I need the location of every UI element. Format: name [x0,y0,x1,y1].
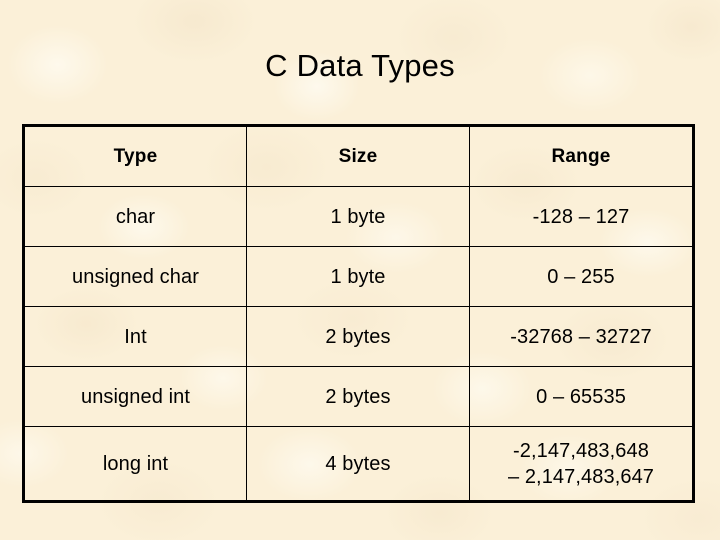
c-data-types-table: Type Size Range char 1 byte -128 – 127 u… [22,124,695,503]
cell-range-line: -128 – 127 [532,205,630,228]
cell-type: Int [23,306,247,367]
cell-size: 2 bytes [246,306,470,367]
table-body: char 1 byte -128 – 127 unsigned char 1 b… [23,186,694,502]
cell-range: 0 – 255 [469,246,694,307]
slide-canvas: C Data Types Type Size Range char 1 byte [0,0,720,540]
cell-size: 4 bytes [246,426,470,502]
table-header-row: Type Size Range [23,125,694,187]
cell-size: 1 byte [246,246,470,307]
column-header-type: Type [23,125,247,187]
cell-type: long int [23,426,247,502]
cell-range-line: 0 – 255 [547,265,615,288]
cell-range: -128 – 127 [469,186,694,247]
table-row: unsigned char 1 byte 0 – 255 [23,246,694,307]
cell-size: 2 bytes [246,366,470,427]
cell-range: -2,147,483,648 – 2,147,483,647 [469,426,694,502]
cell-range-line: -2,147,483,648 [513,439,649,462]
data-types-table-container: Type Size Range char 1 byte -128 – 127 u… [22,124,695,503]
page-title: C Data Types [265,48,455,83]
cell-type: char [23,186,247,247]
cell-range-line: -32768 – 32727 [510,325,652,348]
cell-range-line: 0 – 65535 [536,385,626,408]
table-row: Int 2 bytes -32768 – 32727 [23,306,694,367]
column-header-range: Range [469,125,694,187]
cell-type: unsigned int [23,366,247,427]
table-row: long int 4 bytes -2,147,483,648 – 2,147,… [23,426,694,502]
table-header: Type Size Range [23,125,694,187]
cell-range-line: – 2,147,483,647 [507,465,655,488]
column-header-size: Size [246,125,470,187]
cell-range: -32768 – 32727 [469,306,694,367]
table-row: unsigned int 2 bytes 0 – 65535 [23,366,694,427]
cell-type: unsigned char [23,246,247,307]
cell-range: 0 – 65535 [469,366,694,427]
cell-size: 1 byte [246,186,470,247]
table-row: char 1 byte -128 – 127 [23,186,694,247]
